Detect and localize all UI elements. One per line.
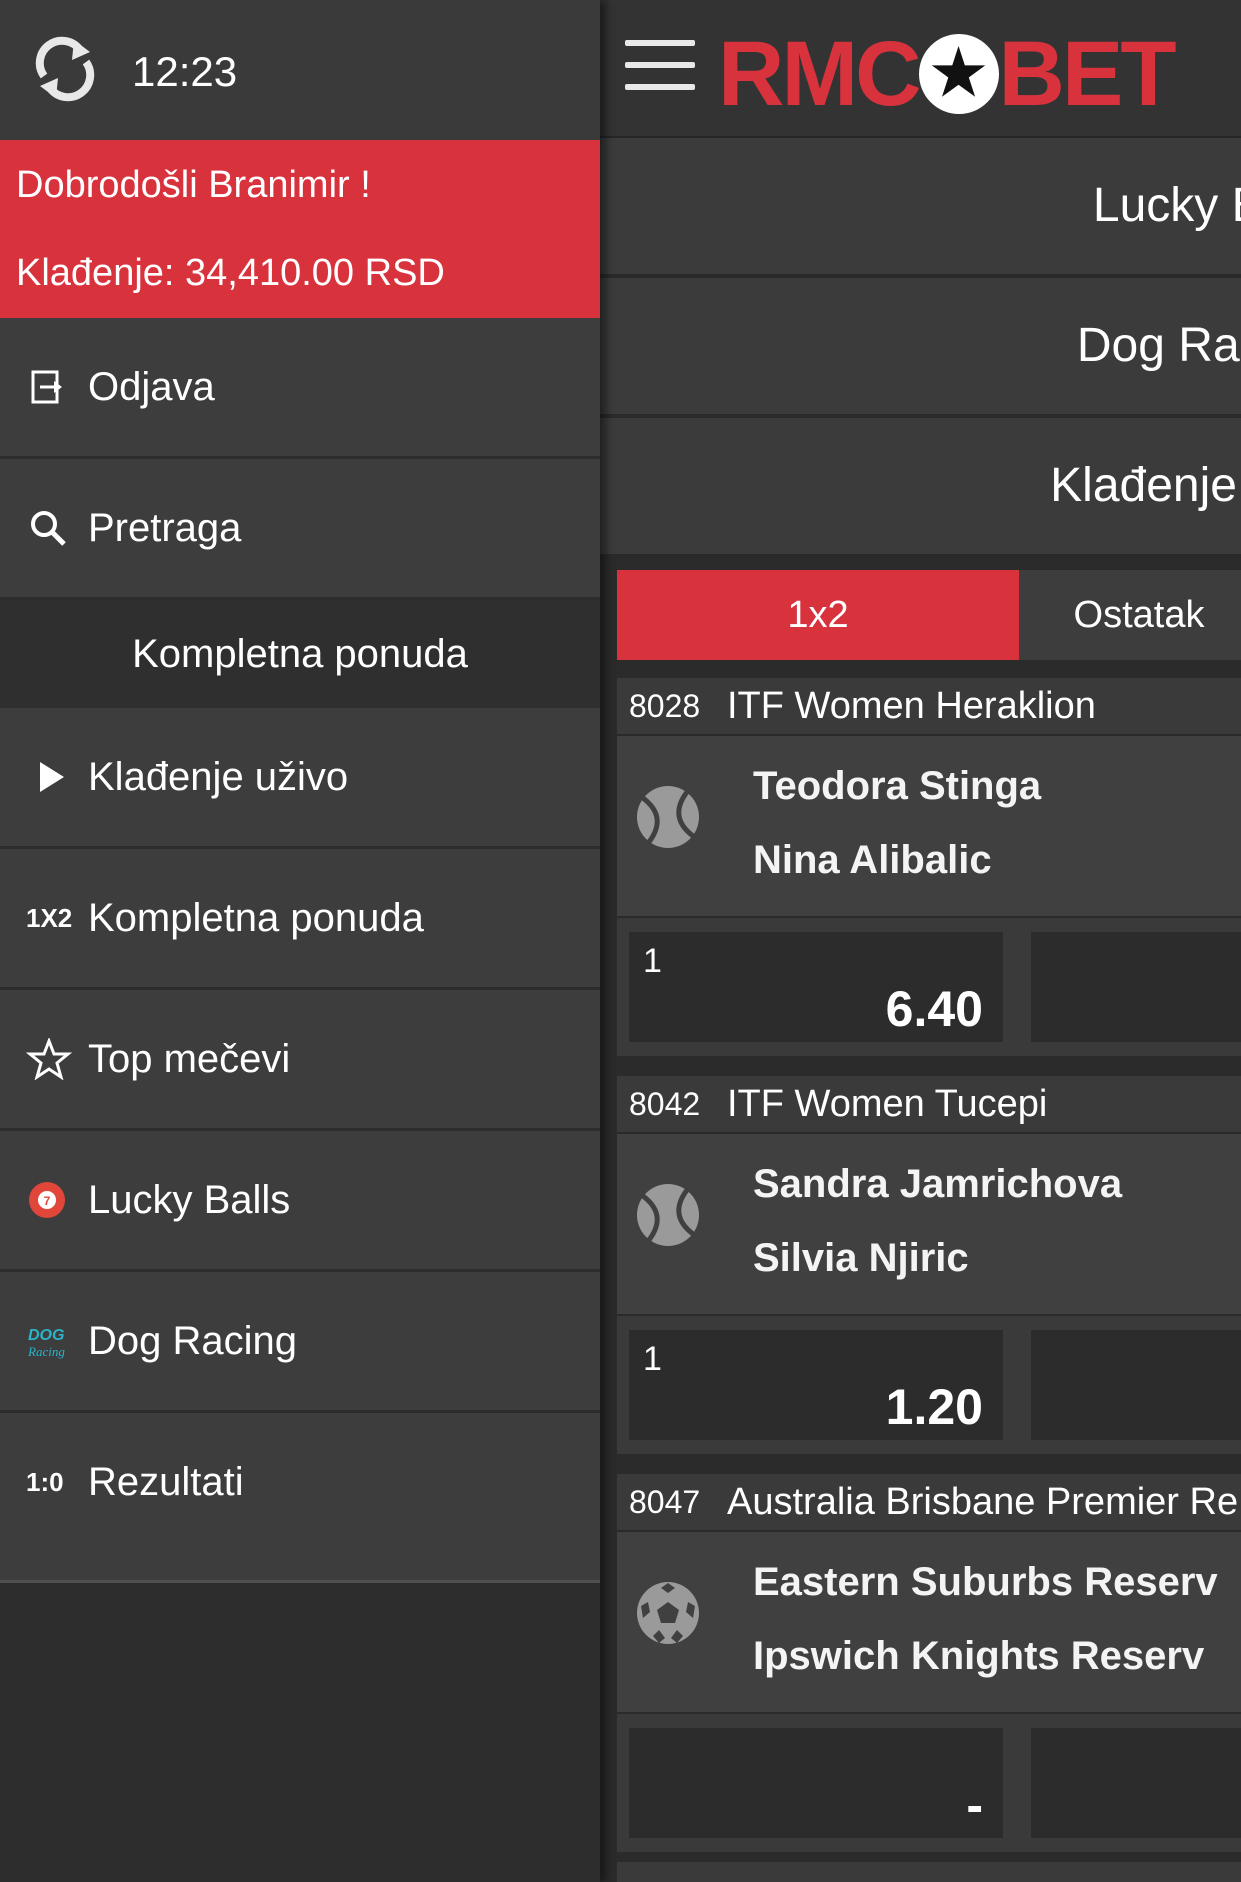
odd-button-x[interactable] bbox=[1031, 1330, 1241, 1440]
home-team: Eastern Suburbs Reserv bbox=[753, 1560, 1218, 1604]
home-team: Sandra Jamrichova bbox=[753, 1162, 1123, 1206]
search-icon bbox=[31, 511, 66, 546]
tab-1x2[interactable]: 1x2 bbox=[617, 570, 1019, 660]
play-icon bbox=[40, 762, 64, 792]
drawer-footer-divider bbox=[0, 1544, 600, 1583]
section-title-kompletna-ponuda: Kompletna ponuda bbox=[0, 600, 600, 708]
score-icon: 1:0 bbox=[26, 1467, 64, 1497]
match-id: 8042 bbox=[629, 1086, 701, 1122]
away-team: Silvia Njiric bbox=[753, 1236, 969, 1280]
odds-row: - bbox=[617, 1714, 1241, 1852]
clock: 12:23 bbox=[132, 48, 238, 95]
side-drawer: 12:23 Dobrodošli Branimir ! Klađenje: 34… bbox=[0, 0, 600, 1882]
hamburger-menu-icon[interactable] bbox=[625, 40, 695, 98]
menu-item-rezultati[interactable]: 1:0 Rezultati bbox=[0, 1413, 600, 1551]
menu-item-kompletna-ponuda[interactable]: 1X2 Kompletna ponuda bbox=[0, 849, 600, 990]
menu-item-dog-racing[interactable]: DOG Racing Dog Racing bbox=[0, 1272, 600, 1413]
match-header: 8028 ITF Women Heraklion bbox=[617, 678, 1241, 736]
league-name: Australia Brisbane Premier Re bbox=[727, 1481, 1239, 1523]
tennis-ball-icon bbox=[637, 786, 699, 848]
game-row-live-betting[interactable]: Klađenje už bbox=[600, 418, 1241, 558]
match-id: 8028 bbox=[629, 688, 701, 724]
odd-value: 6.40 bbox=[885, 981, 983, 1037]
league-name: ITF Women Heraklion bbox=[727, 685, 1096, 727]
odd-value: 1.20 bbox=[885, 1379, 983, 1435]
odd-button-1[interactable]: - bbox=[629, 1728, 1003, 1838]
match-header: 8042 ITF Women Tucepi bbox=[617, 1076, 1241, 1134]
user-welcome-panel: Dobrodošli Branimir ! Klađenje: 34,410.0… bbox=[0, 140, 600, 318]
next-match-edge bbox=[617, 1862, 1241, 1882]
match-header: 8047 Australia Brisbane Premier Re bbox=[617, 1474, 1241, 1532]
odds-row: 1 6.40 bbox=[617, 918, 1241, 1056]
menu-item-pretraga[interactable]: Pretraga bbox=[0, 459, 600, 600]
home-team: Teodora Stinga bbox=[753, 764, 1042, 808]
game-row-dog-racing[interactable]: Dog Racin bbox=[600, 278, 1241, 418]
welcome-text: Dobrodošli Branimir ! bbox=[16, 164, 371, 206]
odd-button-x[interactable] bbox=[1031, 1728, 1241, 1838]
dog-racing-icon: DOGRacing bbox=[27, 1327, 65, 1359]
odd-value: - bbox=[966, 1777, 983, 1833]
match-teams[interactable]: Eastern Suburbs Reserv Ipswich Knights R… bbox=[617, 1532, 1241, 1712]
odd-button-x[interactable] bbox=[1031, 932, 1241, 1042]
drawer-status-bar: 12:23 bbox=[0, 0, 600, 140]
odd-button-1[interactable]: 1 6.40 bbox=[629, 932, 1003, 1042]
match-teams[interactable]: Sandra Jamrichova Silvia Njiric bbox=[617, 1134, 1241, 1314]
svg-text:Racing: Racing bbox=[27, 1344, 65, 1359]
svg-text:7: 7 bbox=[44, 1194, 51, 1208]
away-team: Ipswich Knights Reserv bbox=[753, 1634, 1205, 1678]
odd-button-1[interactable]: 1 1.20 bbox=[629, 1330, 1003, 1440]
main-content: RMC★BET Lucky Bal Dog Racin Klađenje už … bbox=[600, 0, 1241, 1882]
1x2-icon: 1X2 bbox=[26, 903, 73, 933]
svg-text:DOG: DOG bbox=[28, 1327, 64, 1344]
rmcobet-logo[interactable]: RMC ★ BET bbox=[718, 28, 1177, 120]
balance-text: Klađenje: 34,410.00 RSD bbox=[16, 252, 445, 294]
tennis-ball-icon bbox=[637, 1184, 699, 1246]
menu-item-lucky-balls[interactable]: 7 Lucky Balls bbox=[0, 1131, 600, 1272]
match-id: 8047 bbox=[629, 1484, 701, 1520]
menu-item-top-mecevi[interactable]: Top mečevi bbox=[0, 990, 600, 1131]
refresh-icon[interactable] bbox=[32, 36, 98, 102]
market-tabs: 1x2 Ostatak bbox=[617, 570, 1241, 660]
odds-row: 1 1.20 bbox=[617, 1316, 1241, 1454]
top-bar: RMC ★ BET bbox=[600, 0, 1241, 138]
menu-item-kladjenje-uzivo[interactable]: Klađenje uživo bbox=[0, 708, 600, 849]
away-team: Nina Alibalic bbox=[753, 838, 992, 882]
match-teams[interactable]: Teodora Stinga Nina Alibalic bbox=[617, 736, 1241, 916]
lucky-balls-icon: 7 bbox=[29, 1182, 65, 1218]
logout-icon bbox=[31, 370, 62, 404]
star-icon bbox=[26, 1038, 72, 1080]
soccer-ball-icon bbox=[637, 1582, 699, 1644]
tab-ostatak[interactable]: Ostatak bbox=[1019, 570, 1241, 660]
game-row-lucky-balls[interactable]: Lucky Bal bbox=[600, 138, 1241, 278]
menu-item-odjava[interactable]: Odjava bbox=[0, 318, 600, 459]
league-name: ITF Women Tucepi bbox=[727, 1083, 1048, 1125]
